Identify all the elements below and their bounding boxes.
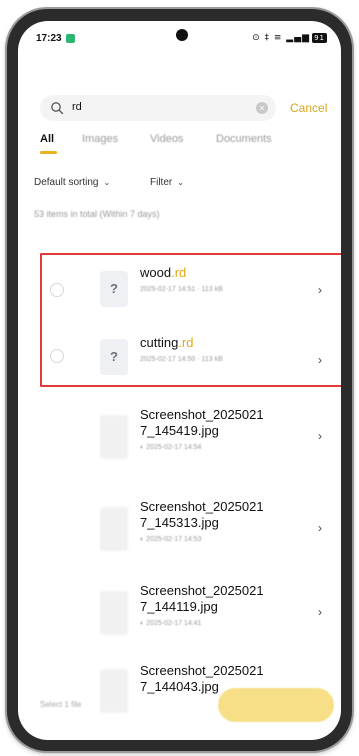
file-name: Screenshot_2025021 7_144119.jpg: [140, 583, 264, 614]
status-icons: ⊙ ‡ ≡ ▂▄▆ 91: [252, 33, 327, 43]
file-meta: ◐ 2025-02-17 14:53: [140, 536, 202, 543]
file-name: Screenshot_2025021 7_145313.jpg: [140, 499, 264, 530]
file-name: Screenshot_2025021 7_145419.jpg: [140, 407, 264, 438]
confirm-button[interactable]: [218, 688, 334, 722]
filter-label: Filter: [150, 177, 173, 188]
chevron-right-icon: ›: [318, 521, 322, 535]
sort-label: Default sorting: [34, 177, 99, 188]
file-row-screenshot-145419[interactable]: Screenshot_2025021 7_145419.jpg ◐ 2025-0…: [18, 407, 341, 483]
chevron-right-icon: ›: [318, 429, 322, 443]
results-summary: 53 items in total (Within 7 days): [34, 209, 160, 219]
chevron-right-icon: ›: [318, 605, 322, 619]
search-value[interactable]: rd: [72, 101, 82, 113]
tab-images[interactable]: Images: [82, 133, 118, 145]
status-time: 17:23: [36, 33, 62, 44]
signal-icons: ⊙ ‡ ≡ ▂▄▆: [252, 33, 311, 43]
search-icon: [51, 102, 64, 115]
file-meta: ◐ 2025-02-17 14:41: [140, 620, 202, 627]
file-row-screenshot-144119[interactable]: Screenshot_2025021 7_144119.jpg ◐ 2025-0…: [18, 583, 341, 659]
tab-active-indicator: [40, 151, 57, 154]
filter-dropdown[interactable]: Filter ⌄: [150, 177, 184, 188]
phone-frame: 17:23 ⊙ ‡ ≡ ▂▄▆ 91 rd × Cancel All Images…: [7, 9, 352, 751]
notification-app-icon: [66, 34, 75, 43]
status-bar: 17:23 ⊙ ‡ ≡ ▂▄▆ 91: [18, 21, 341, 55]
chevron-down-icon: ⌄: [177, 178, 184, 187]
cancel-button[interactable]: Cancel: [290, 101, 327, 115]
tab-videos[interactable]: Videos: [150, 133, 183, 145]
selection-highlight: [40, 253, 341, 387]
file-meta: ◐ 2025-02-17 14:54: [140, 444, 202, 451]
battery-icon: 91: [312, 33, 327, 43]
clear-icon[interactable]: ×: [256, 102, 268, 114]
file-row-screenshot-145313[interactable]: Screenshot_2025021 7_145313.jpg ◐ 2025-0…: [18, 499, 341, 575]
tab-bar: All Images Videos Documents: [40, 133, 330, 159]
selected-count: Select 1 file: [40, 700, 82, 709]
front-camera: [176, 29, 188, 41]
sort-dropdown[interactable]: Default sorting ⌄: [34, 177, 110, 188]
chevron-down-icon: ⌄: [103, 178, 111, 187]
bottom-action-bar: Select 1 file: [18, 686, 341, 726]
image-thumbnail: [100, 591, 128, 635]
tab-all[interactable]: All: [40, 133, 54, 145]
screen: 17:23 ⊙ ‡ ≡ ▂▄▆ 91 rd × Cancel All Images…: [18, 21, 341, 740]
search-input[interactable]: rd ×: [40, 95, 276, 121]
image-thumbnail: [100, 507, 128, 551]
image-thumbnail: [100, 415, 128, 459]
tab-documents[interactable]: Documents: [216, 133, 272, 145]
